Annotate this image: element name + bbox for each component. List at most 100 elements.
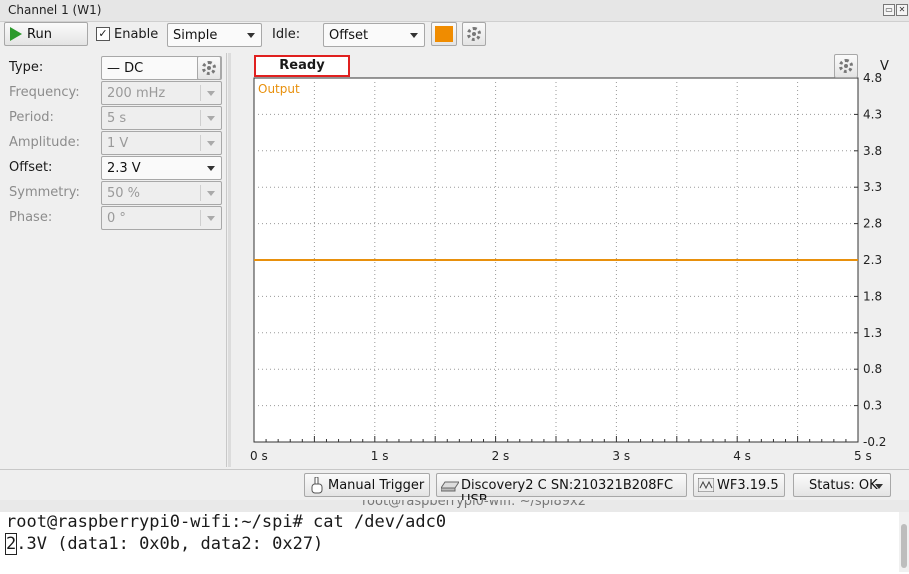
chevron-down-icon bbox=[410, 33, 418, 38]
select-divider bbox=[200, 110, 201, 126]
manual-trigger-button[interactable]: Manual Trigger bbox=[304, 473, 430, 497]
enable-checkbox[interactable]: ✓ bbox=[96, 27, 110, 41]
color-swatch bbox=[435, 26, 453, 42]
y-tick-label: 4.3 bbox=[863, 107, 882, 121]
terminal-window: root@raspberrypi0-wifi: ~/spi89x2 root@r… bbox=[0, 500, 909, 574]
mode-value: Simple bbox=[173, 28, 218, 43]
param-value-period: 5 s bbox=[107, 111, 127, 126]
param-label-period: Period: bbox=[9, 110, 54, 125]
device-icon bbox=[441, 481, 459, 492]
gear-icon bbox=[202, 61, 216, 75]
param-label-frequency: Frequency: bbox=[9, 85, 80, 100]
plot-area: 4.8 4.3 3.8 3.3 2.8 2.3 1.8 1.3 0.8 0.3 -0.2 0 s1 s… bbox=[232, 53, 909, 467]
close-icon[interactable]: ✕ bbox=[896, 4, 908, 16]
param-label-phase: Phase: bbox=[9, 210, 53, 225]
param-select-offset[interactable]: 2.3 V bbox=[101, 156, 222, 180]
plot-settings-button[interactable] bbox=[834, 54, 858, 78]
waveform-plot: 4.84.33.83.32.82.31.81.30.80.3-0.20 s1 s… bbox=[250, 71, 886, 463]
terminal-title: root@raspberrypi0-wifi: ~/spi89x2 bbox=[362, 500, 586, 509]
status-ready-indicator: Ready bbox=[254, 55, 350, 77]
version-button[interactable]: WF3.19.5 bbox=[693, 473, 785, 497]
param-select-symmetry: 50 % bbox=[101, 181, 222, 205]
chevron-down-icon bbox=[207, 166, 215, 171]
chevron-down-icon bbox=[207, 216, 215, 221]
statusbar: Manual Trigger Discovery2 C SN:210321B20… bbox=[0, 469, 909, 508]
y-unit-label: V bbox=[880, 59, 889, 74]
param-label-type: Type: bbox=[9, 60, 44, 75]
terminal-cursor: 2 bbox=[4, 533, 18, 555]
y-tick-label: -0.2 bbox=[863, 435, 886, 449]
run-label: Run bbox=[27, 27, 52, 42]
panel-splitter[interactable] bbox=[228, 53, 231, 467]
device-button[interactable]: Discovery2 C SN:210321B208FC USB bbox=[436, 473, 687, 508]
x-tick-label: 5 s bbox=[854, 449, 872, 463]
idle-label: Idle: bbox=[272, 27, 301, 42]
y-tick-label: 1.3 bbox=[863, 326, 882, 340]
y-tick-label: 2.3 bbox=[863, 253, 882, 267]
x-tick-label: 3 s bbox=[612, 449, 630, 463]
restore-icon[interactable]: ▭ bbox=[883, 4, 895, 16]
param-select-phase: 0 ° bbox=[101, 206, 222, 230]
param-value-phase: 0 ° bbox=[107, 211, 126, 226]
param-label-symmetry: Symmetry: bbox=[9, 185, 80, 200]
color-button[interactable] bbox=[431, 22, 457, 46]
param-select-amplitude: 1 V bbox=[101, 131, 222, 155]
terminal-command-line: root@raspberrypi0-wifi:~/spi# cat /dev/a… bbox=[6, 512, 447, 532]
chevron-down-icon bbox=[207, 91, 215, 96]
series-label-output: Output bbox=[258, 82, 300, 96]
y-tick-label: 2.8 bbox=[863, 217, 882, 231]
gear-icon bbox=[839, 59, 853, 73]
manual-trigger-label: Manual Trigger bbox=[328, 478, 425, 493]
terminal-scrollbar[interactable] bbox=[899, 512, 909, 572]
terminal-output-line: 2.3V (data1: 0x0b, data2: 0x27) bbox=[4, 533, 324, 555]
chevron-down-icon bbox=[247, 33, 255, 38]
toolbar-settings-button[interactable] bbox=[462, 22, 486, 46]
chevron-down-icon bbox=[207, 191, 215, 196]
y-tick-label: 0.3 bbox=[863, 399, 882, 413]
hand-pointer-icon bbox=[311, 477, 323, 494]
parameter-panel: Type: — DC Frequency: 200 mHz Period: 5 s Ampl… bbox=[0, 53, 227, 467]
software-icon bbox=[698, 478, 714, 492]
select-divider bbox=[200, 135, 201, 151]
gear-icon bbox=[467, 27, 481, 41]
param-value-offset: 2.3 V bbox=[107, 161, 141, 176]
param-select-frequency: 200 mHz bbox=[101, 81, 222, 105]
chevron-down-icon bbox=[207, 141, 215, 146]
chevron-down-icon bbox=[207, 116, 215, 121]
x-tick-label: 0 s bbox=[250, 449, 268, 463]
terminal-titlebar: root@raspberrypi0-wifi: ~/spi89x2 bbox=[0, 500, 909, 512]
mode-select[interactable]: Simple bbox=[167, 23, 262, 47]
run-button[interactable]: Run bbox=[4, 22, 88, 46]
param-value-symmetry: 50 % bbox=[107, 186, 141, 201]
x-tick-label: 4 s bbox=[733, 449, 751, 463]
play-icon bbox=[10, 27, 22, 41]
enable-label: Enable bbox=[114, 27, 159, 42]
param-label-amplitude: Amplitude: bbox=[9, 135, 80, 150]
param-value-type: — DC bbox=[107, 61, 144, 76]
select-divider bbox=[200, 85, 201, 101]
status-label: Status: OK bbox=[809, 478, 878, 493]
scrollbar-thumb[interactable] bbox=[901, 524, 907, 568]
type-settings-button[interactable] bbox=[197, 56, 221, 80]
idle-select[interactable]: Offset bbox=[323, 23, 425, 47]
idle-value: Offset bbox=[329, 28, 369, 43]
param-value-frequency: 200 mHz bbox=[107, 86, 166, 101]
toolbar: Run ✓ Enable Simple Idle: Offset bbox=[0, 21, 909, 51]
x-tick-label: 2 s bbox=[492, 449, 510, 463]
terminal-output-text: .3V (data1: 0x0b, data2: 0x27) bbox=[16, 534, 324, 554]
status-dropdown[interactable]: Status: OK bbox=[793, 473, 891, 497]
window-title: Channel 1 (W1) bbox=[8, 3, 102, 17]
y-tick-label: 3.3 bbox=[863, 180, 882, 194]
version-label: WF3.19.5 bbox=[717, 478, 779, 493]
param-value-amplitude: 1 V bbox=[107, 136, 129, 151]
x-tick-label: 1 s bbox=[371, 449, 389, 463]
param-select-period: 5 s bbox=[101, 106, 222, 130]
y-tick-label: 0.8 bbox=[863, 362, 882, 376]
waveform-generator-window: Channel 1 (W1) ▭ ✕ Run ✓ Enable Simple I… bbox=[0, 0, 909, 508]
y-tick-label: 1.8 bbox=[863, 289, 882, 303]
param-label-offset: Offset: bbox=[9, 160, 53, 175]
chevron-down-icon bbox=[875, 484, 883, 489]
y-tick-label: 3.8 bbox=[863, 144, 882, 158]
select-divider bbox=[200, 210, 201, 226]
select-divider bbox=[200, 185, 201, 201]
